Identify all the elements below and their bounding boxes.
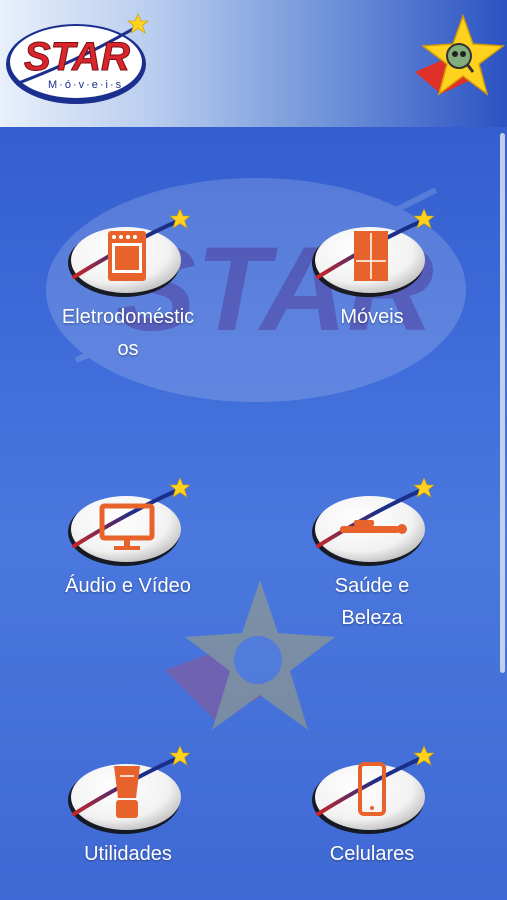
category-audio-video[interactable]: Áudio e Vídeo	[33, 474, 223, 602]
category-button[interactable]	[310, 205, 434, 301]
category-button[interactable]	[66, 474, 190, 570]
category-utilidades[interactable]: Utilidades	[33, 742, 223, 870]
svg-text:M·ó·v·e·i·s: M·ó·v·e·i·s	[48, 79, 123, 91]
blender-icon	[114, 766, 140, 818]
category-celulares[interactable]: Celulares	[277, 742, 467, 870]
category-label: Celulares	[329, 843, 415, 865]
category-label: Utilidades	[84, 843, 172, 865]
wardrobe-icon	[354, 231, 388, 281]
category-label: Eletrodoméstic os	[61, 306, 195, 360]
category-moveis[interactable]: Móveis	[277, 205, 467, 333]
scrollbar[interactable]	[500, 133, 505, 673]
category-label: Áudio e Vídeo	[65, 575, 191, 597]
category-saude-beleza[interactable]: Saúde e Beleza	[277, 474, 467, 634]
category-label: Móveis	[340, 306, 404, 328]
star-mascot-icon	[415, 14, 505, 96]
svg-text:STAR: STAR	[24, 35, 130, 79]
category-button[interactable]	[310, 474, 434, 570]
header-bar: STAR M·ó·v·e·i·s	[0, 0, 507, 127]
category-eletrodomesticos[interactable]: Eletrodoméstic os	[33, 205, 223, 365]
category-button[interactable]	[310, 742, 434, 838]
category-button[interactable]	[66, 742, 190, 838]
category-label: Saúde e Beleza	[334, 575, 410, 629]
star-moveis-logo[interactable]: STAR M·ó·v·e·i·s	[4, 12, 150, 107]
category-button[interactable]	[66, 205, 190, 301]
stove-icon	[108, 231, 146, 281]
